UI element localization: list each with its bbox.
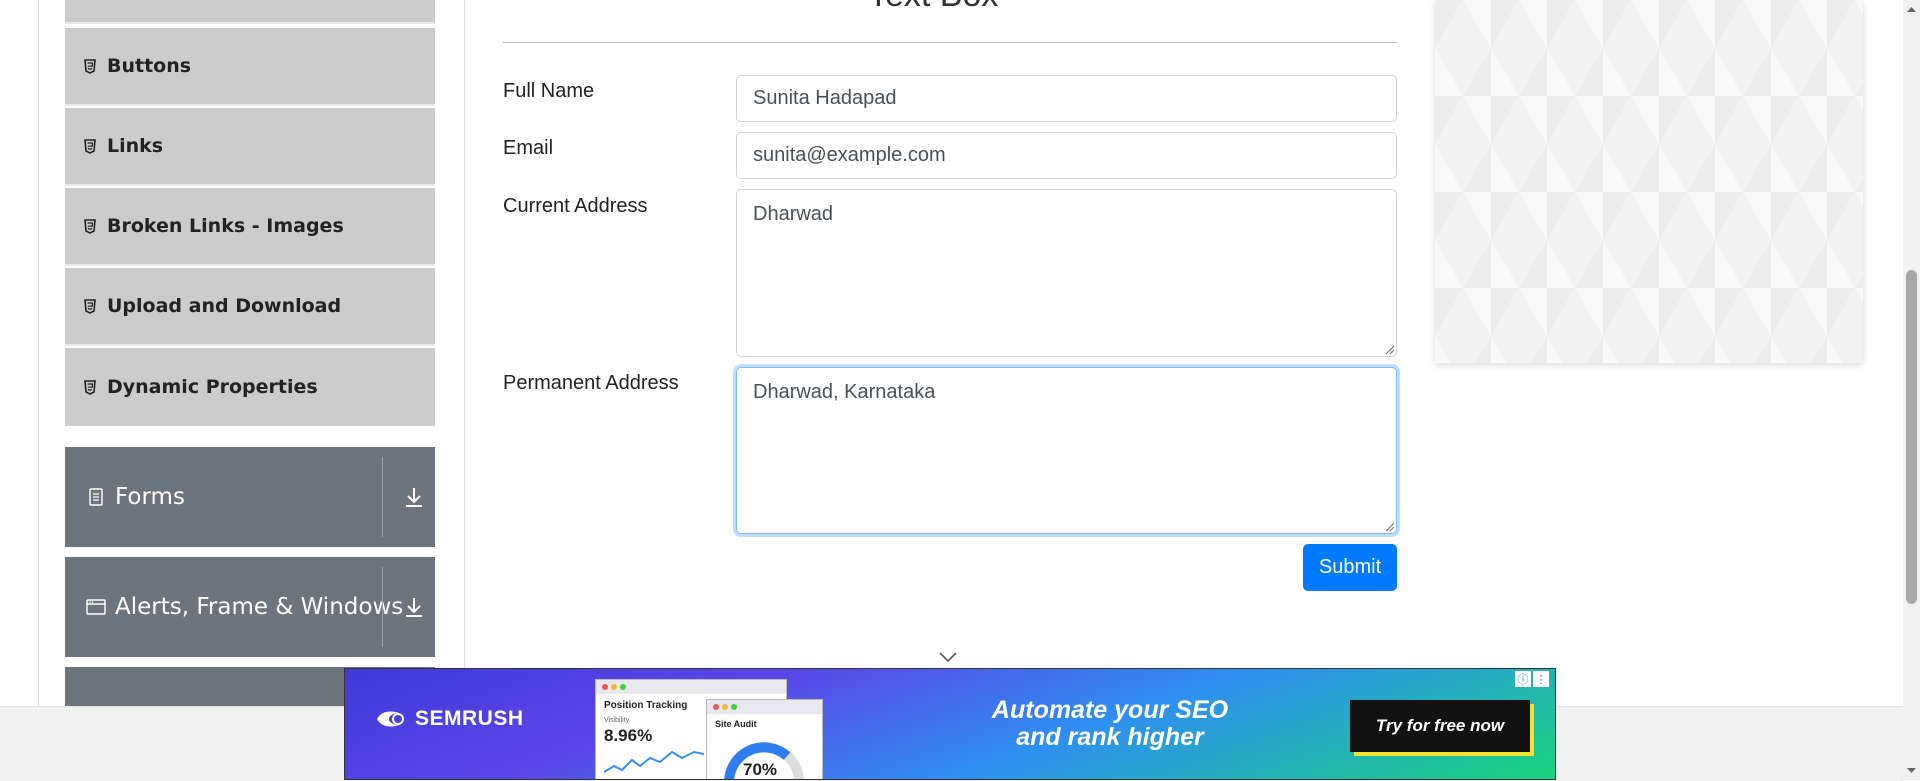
sidebar-item-label: Buttons [107,55,192,77]
ad-tagline: Automate your SEO and rank higher [945,697,1275,751]
ad-banner[interactable]: SEMRUSH Position Tracking Visibility 8.9… [344,668,1556,780]
scroll-down-icon[interactable] [1906,766,1917,776]
scroll-up-icon[interactable] [1906,4,1917,14]
html5-icon [83,58,97,74]
info-icon[interactable]: ⓘ [1515,671,1531,687]
ad-cta-button[interactable]: Try for free now [1350,700,1530,752]
window-icon [85,596,107,618]
email-label: Email [503,137,554,159]
sidebar-item-label: Links [107,135,164,157]
ad-card-value: 70% [743,760,778,779]
content-border [464,0,465,706]
title-divider [503,42,1397,43]
download-icon[interactable] [402,595,426,619]
sidebar-item-upload-download[interactable]: Upload and Download [65,268,435,346]
sidebar-item-partial[interactable] [65,0,435,24]
html5-icon [83,218,97,234]
sidebar-item-buttons[interactable]: Buttons [65,28,435,106]
permanent-address-label: Permanent Address [503,372,679,394]
ad-info-controls[interactable]: ⓘ ⋮ [1515,671,1549,687]
html5-icon [83,138,97,154]
ad-brand: SEMRUSH [415,707,524,730]
ad-card-audit: Site Audit 70% [706,699,823,779]
full-name-label: Full Name [503,80,595,102]
scrollbar-thumb[interactable] [1906,270,1917,604]
sidebar-item-dynamic-properties[interactable]: Dynamic Properties [65,348,435,426]
current-address-textarea[interactable]: Dharwad [736,189,1397,357]
group-label: Forms [115,484,185,510]
sidebar-item-label: Dynamic Properties [107,376,318,398]
sidebar-group-alerts[interactable]: Alerts, Frame & Windows [65,557,435,657]
group-label: Alerts, Frame & Windows [115,594,404,620]
full-name-input[interactable] [736,75,1397,122]
email-input[interactable] [736,132,1397,179]
html5-icon [83,298,97,314]
sidebar-group-forms[interactable]: Forms [65,447,435,547]
trend-line-icon [603,750,705,773]
sidebar-item-label: Upload and Download [107,295,342,317]
download-icon[interactable] [402,485,426,509]
resize-handle-icon[interactable] [1383,343,1395,355]
ad-logo: SEMRUSH [375,707,524,731]
submit-button[interactable]: Submit [1303,544,1397,591]
ad-tagline-line: Automate your SEO [991,696,1229,724]
chevron-down-icon[interactable] [938,651,958,663]
sidebar-border [38,0,39,706]
page-title: Text Box [868,0,998,15]
more-vertical-icon[interactable]: ⋮ [1533,671,1549,687]
group-divider [382,457,383,537]
html5-icon [83,379,97,395]
side-pattern-panel [1435,0,1863,363]
permanent-address-textarea[interactable]: Dharwad, Karnataka [736,367,1397,534]
ad-card-title: Site Audit [715,719,757,729]
semrush-flame-icon [377,711,404,727]
resize-handle-icon[interactable] [1383,520,1395,532]
group-divider [382,567,383,647]
current-address-label: Current Address [503,195,648,217]
sidebar-item-label: Broken Links - Images [107,215,344,237]
sidebar-item-broken-links[interactable]: Broken Links - Images [65,188,435,266]
sidebar-item-links[interactable]: Links [65,108,435,186]
ad-tagline-line: and rank higher [1016,723,1204,751]
document-icon [85,486,107,508]
